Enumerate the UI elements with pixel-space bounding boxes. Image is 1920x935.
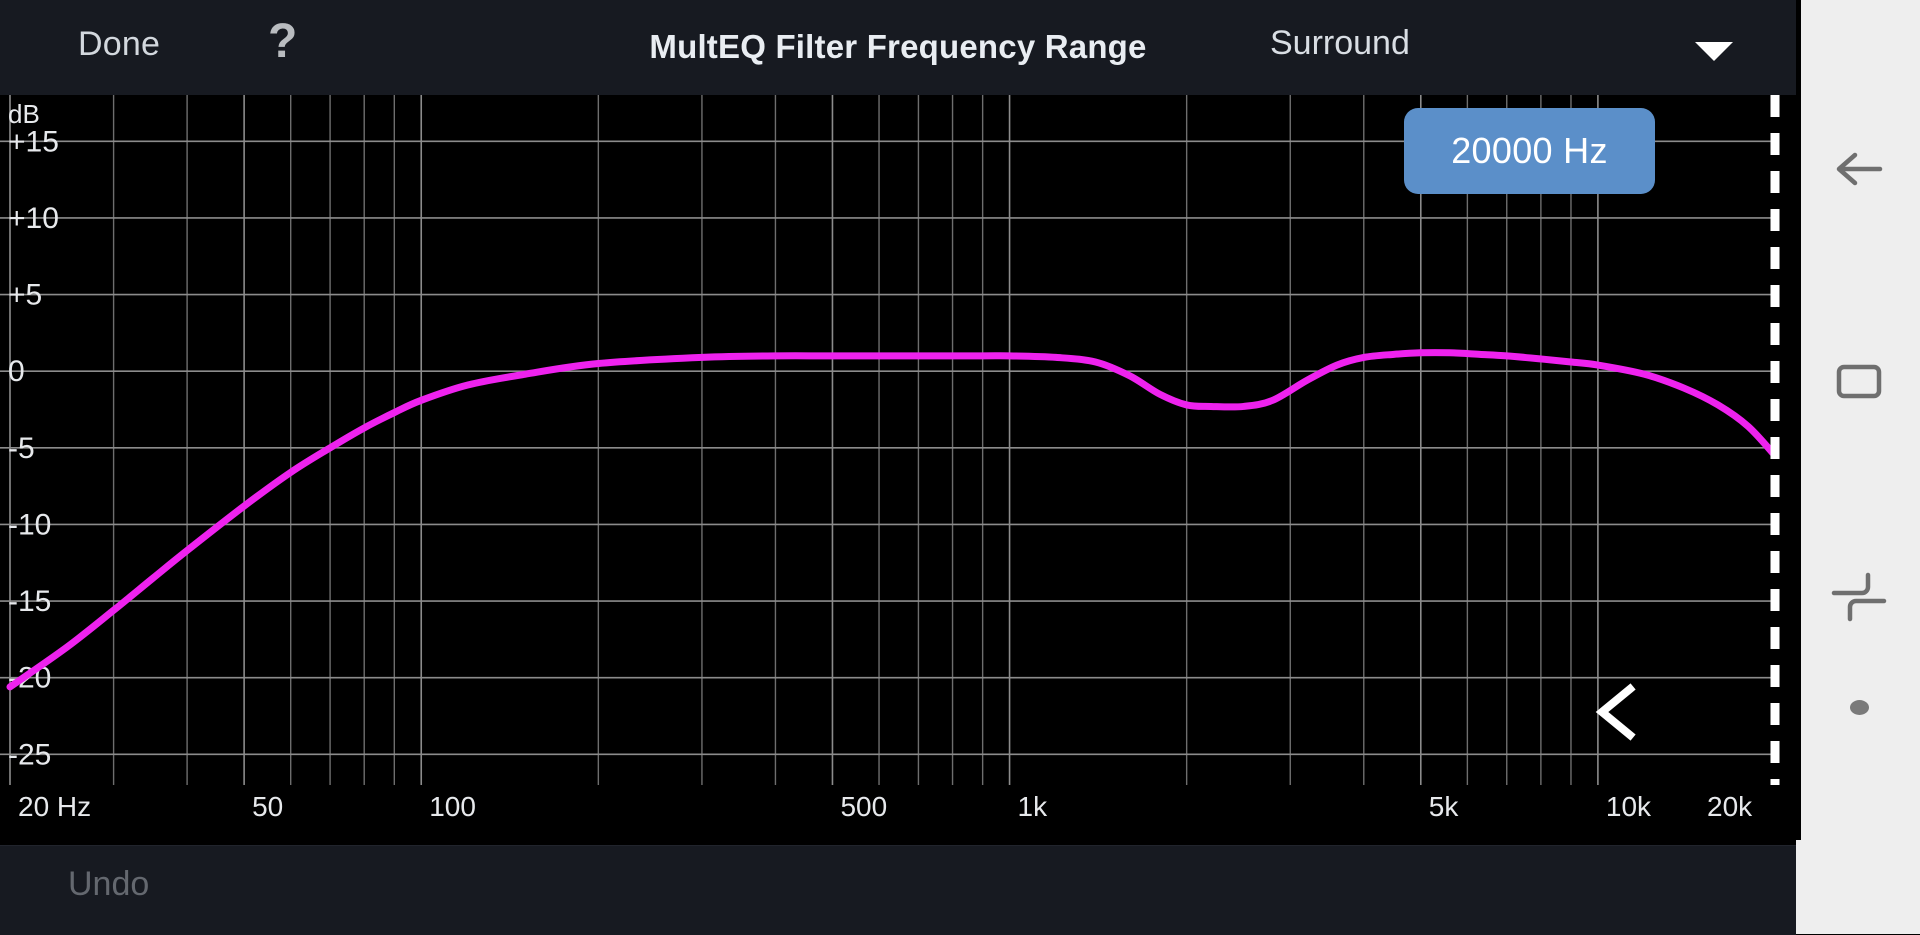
undo-button[interactable]: Undo <box>68 865 149 904</box>
frequency-badge[interactable]: 20000 Hz <box>1404 108 1655 194</box>
chart-x-tick-label: 500 <box>840 791 888 822</box>
back-arrow-icon[interactable] <box>1828 138 1890 200</box>
chart-y-tick-label: -25 <box>8 738 51 771</box>
frequency-response-chart[interactable]: dB +15 +10 +5 0 -5 -10 -15 -20 -25 20000 Hz <box>0 95 1796 785</box>
switch-lines-icon[interactable] <box>1828 565 1890 627</box>
nav-bar-divider <box>1796 0 1801 840</box>
chart-y-tick-label: +15 <box>8 125 59 158</box>
chart-x-tick-label: 50 <box>252 791 284 822</box>
android-navigation-bar <box>1796 0 1920 934</box>
app-root: Done ? MultEQ Filter Frequency Range Sur… <box>0 0 1920 935</box>
chart-y-tick-label: -5 <box>8 432 35 465</box>
bottom-bar: Undo <box>0 845 1796 935</box>
channel-selector-label[interactable]: Surround <box>1270 24 1410 63</box>
chart-y-tick-label: -15 <box>8 585 51 618</box>
chart-y-tick-label: +5 <box>8 279 42 312</box>
chart-x-tick-label: 10k <box>1605 791 1652 822</box>
chart-y-tick-label: +10 <box>8 202 59 235</box>
chart-canvas: dB+15+10+50-5-10-15-20-25 <box>0 95 1796 785</box>
chart-x-tick-label: 100 <box>429 791 476 822</box>
chart-y-tick-label: 0 <box>8 355 25 388</box>
chevron-down-icon[interactable] <box>1695 42 1733 61</box>
chart-x-axis: 20 Hz 50 100 500 1k 5k 10k 20k <box>0 785 1796 845</box>
chart-x-tick-label: 5k <box>1428 791 1459 822</box>
top-bar: Done ? MultEQ Filter Frequency Range Sur… <box>0 0 1796 95</box>
app-pane: Done ? MultEQ Filter Frequency Range Sur… <box>0 0 1796 935</box>
square-overview-icon[interactable] <box>1828 350 1890 412</box>
chart-x-tick-label: 1k <box>1017 791 1048 822</box>
chart-y-tick-label: -10 <box>8 508 51 541</box>
home-dot-icon[interactable] <box>1850 700 1869 715</box>
chart-x-tick-label: 20k <box>1707 791 1753 822</box>
page-title: MultEQ Filter Frequency Range <box>649 28 1147 65</box>
chart-x-tick-label: 20 Hz <box>18 791 92 822</box>
chevron-left-icon[interactable] <box>1586 681 1648 743</box>
